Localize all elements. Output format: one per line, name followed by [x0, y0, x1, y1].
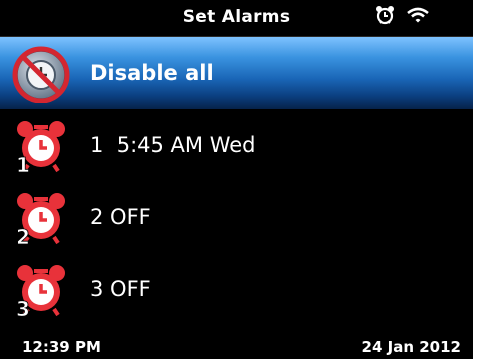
wifi-icon — [407, 7, 429, 27]
alarm-clock-icon: 2 — [12, 189, 70, 249]
alarm-badge-3: 3 — [16, 297, 30, 319]
alarm-screen: Set Alarms Disable all 1 1 5:45 AM Wed 2… — [0, 0, 473, 359]
alarm-list: Disable all 1 1 5:45 AM Wed 2 2 OFF 3 3 … — [0, 37, 473, 325]
alarm-item-2[interactable]: 2 2 OFF — [0, 181, 473, 253]
alarm-label-2: 2 OFF — [90, 205, 151, 229]
alarm-badge-2: 2 — [16, 225, 30, 247]
alarm-item-3[interactable]: 3 3 OFF — [0, 253, 473, 325]
alarm-label-1: 1 5:45 AM Wed — [90, 133, 256, 157]
disable-alarms-icon — [12, 45, 70, 104]
clock-date: 24 Jan 2012 — [361, 338, 461, 356]
disable-all-item[interactable]: Disable all — [0, 37, 473, 109]
title-bar: Set Alarms — [0, 0, 473, 37]
alarm-clock-icon: 3 — [12, 261, 70, 321]
alarm-clock-icon — [375, 5, 395, 29]
alarm-label-3: 3 OFF — [90, 277, 151, 301]
alarm-clock-icon: 1 — [12, 117, 70, 177]
clock-time: 12:39 PM — [22, 338, 101, 356]
alarm-item-1[interactable]: 1 1 5:45 AM Wed — [0, 109, 473, 181]
alarm-badge-1: 1 — [16, 153, 30, 175]
status-footer: 12:39 PM 24 Jan 2012 — [0, 333, 473, 359]
status-icons — [375, 4, 429, 30]
disable-all-label: Disable all — [90, 61, 214, 85]
